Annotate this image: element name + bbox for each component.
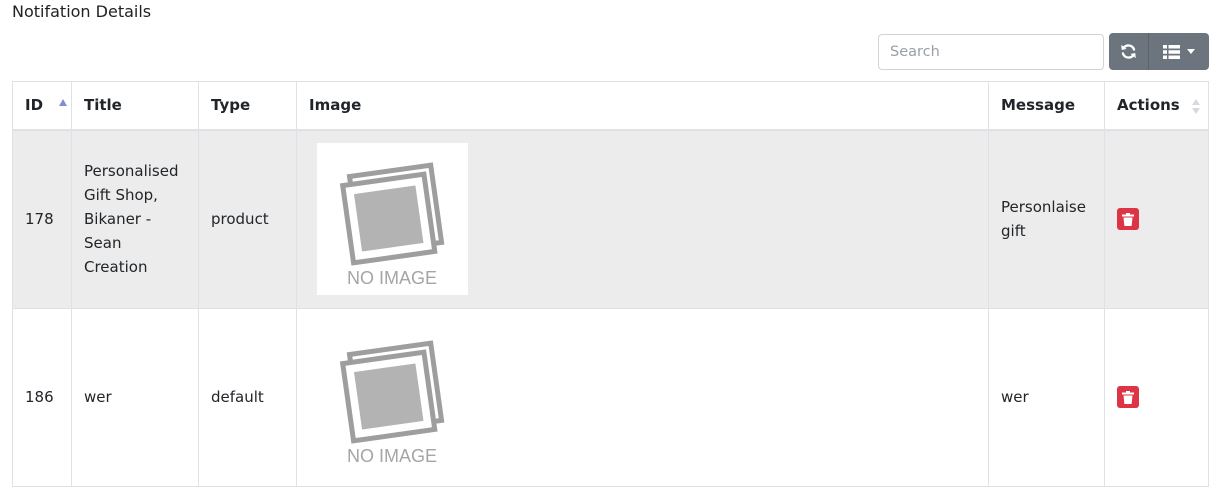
column-header-id[interactable]: ID	[12, 81, 72, 131]
cell-type: default	[198, 307, 297, 487]
column-header-actions-label: Actions	[1117, 96, 1180, 115]
page-title: Notifation Details	[12, 2, 152, 21]
table-row: 178 Personalised Gift Shop, Bikaner - Se…	[12, 129, 1209, 309]
list-columns-icon	[1163, 44, 1180, 59]
cell-id: 178	[12, 129, 72, 309]
refresh-icon	[1121, 44, 1136, 59]
no-image-text: NO IMAGE	[347, 268, 437, 288]
cell-id: 186	[12, 307, 72, 487]
table-header-row: ID Title Type Image Message Actions	[12, 81, 1209, 131]
no-image-placeholder: NO IMAGE	[317, 143, 468, 295]
column-header-actions[interactable]: Actions	[1104, 81, 1209, 131]
column-header-type: Type	[198, 81, 297, 131]
column-header-id-label: ID	[25, 96, 44, 115]
delete-button[interactable]	[1117, 208, 1139, 230]
table-toolbar	[878, 33, 1209, 70]
notifications-table-container: ID Title Type Image Message Actions 178 …	[12, 81, 1209, 487]
cell-title: wer	[71, 307, 199, 487]
trash-icon	[1122, 390, 1134, 404]
cell-actions	[1104, 129, 1209, 309]
cell-type: product	[198, 129, 297, 309]
refresh-button[interactable]	[1109, 33, 1149, 70]
column-header-image: Image	[296, 81, 989, 131]
cell-title: Personalised Gift Shop, Bikaner - Sean C…	[71, 129, 199, 309]
cell-image: NO IMAGE	[296, 129, 989, 309]
no-image-text: NO IMAGE	[347, 446, 437, 466]
column-header-message: Message	[988, 81, 1105, 131]
notifications-table: ID Title Type Image Message Actions 178 …	[12, 81, 1209, 487]
sort-ascending-icon	[59, 99, 67, 106]
column-header-title: Title	[71, 81, 199, 131]
columns-toggle-button[interactable]	[1149, 33, 1209, 70]
cell-image: NO IMAGE	[296, 307, 989, 487]
cell-actions	[1104, 307, 1209, 487]
toolbar-button-group	[1109, 33, 1209, 70]
table-row: 186 wer default NO IMAGE wer	[12, 307, 1209, 487]
chevron-down-icon	[1187, 49, 1195, 54]
no-image-placeholder: NO IMAGE	[317, 321, 468, 473]
cell-message: wer	[988, 307, 1105, 487]
trash-icon	[1122, 212, 1134, 226]
cell-message: Personlaise gift	[988, 129, 1105, 309]
delete-button[interactable]	[1117, 386, 1139, 408]
sortable-icon	[1192, 99, 1200, 115]
search-input[interactable]	[878, 33, 1104, 70]
